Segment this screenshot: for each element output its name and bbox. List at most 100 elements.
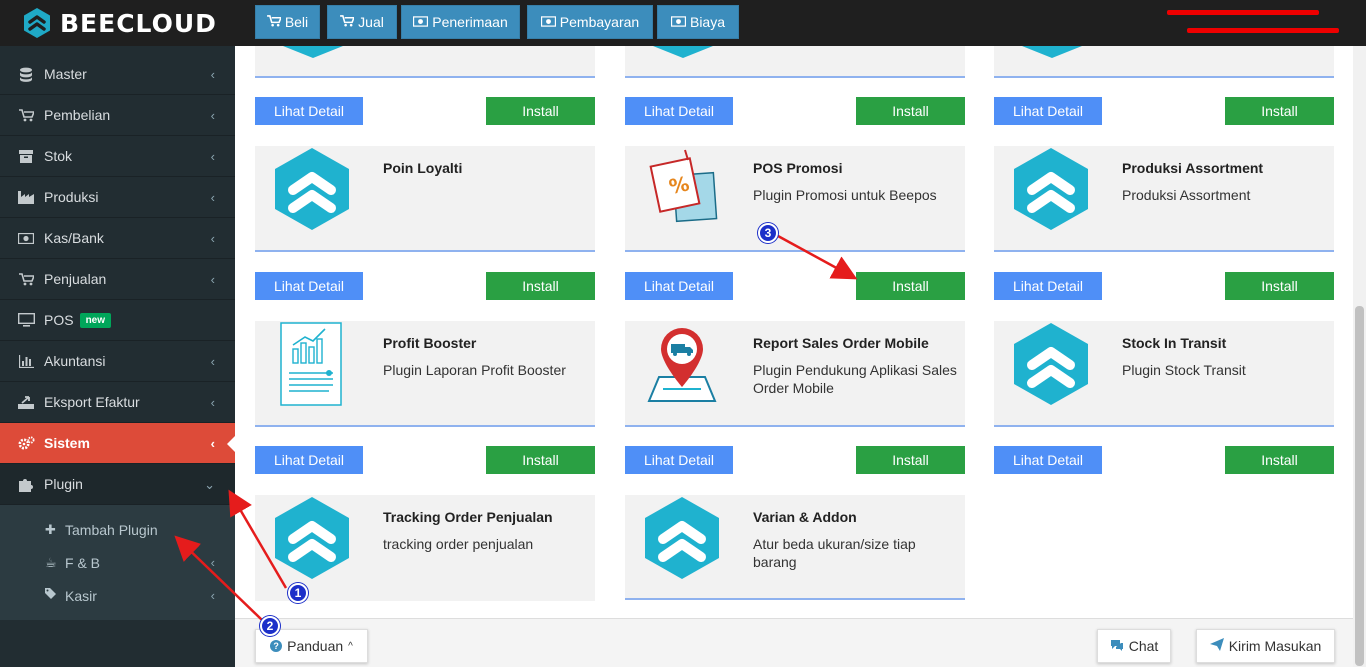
lihat-detail-button[interactable]: Lihat Detail <box>994 446 1102 474</box>
chevron-up-icon: ^ <box>348 640 353 652</box>
pembayaran-label: Pembayaran <box>559 14 640 30</box>
plus-icon: ✚ <box>45 521 56 537</box>
map-pin-truck-icon <box>647 328 717 402</box>
sidebar-item-label: Stok <box>44 148 73 164</box>
sidebar-item-pembelian[interactable]: Pembelian ‹ <box>0 95 235 136</box>
plugin-card-profit-booster: Profit Booster Plugin Laporan Profit Boo… <box>255 321 595 475</box>
database-icon <box>17 67 35 82</box>
beecloud-logo-icon <box>1014 323 1088 405</box>
brand-name: BEECLOUD <box>60 8 217 38</box>
beecloud-logo-icon <box>283 46 343 58</box>
card-body: Report Sales Order Mobile Plugin Penduku… <box>625 321 965 427</box>
sidebar-item-plugin[interactable]: Plugin ⌄ <box>0 464 235 505</box>
chevron-left-icon: ‹ <box>210 231 215 246</box>
kirim-masukan-button[interactable]: Kirim Masukan <box>1196 629 1335 663</box>
plugin-title: Tracking Order Penjualan <box>383 509 553 525</box>
lihat-detail-button[interactable]: Lihat Detail <box>625 97 733 125</box>
plugin-description: Plugin Pendukung Aplikasi Sales Order Mo… <box>753 362 957 396</box>
chat-button[interactable]: Chat <box>1097 629 1171 663</box>
install-button[interactable]: Install <box>856 272 965 300</box>
plugin-card: Lihat Detail Install <box>625 46 965 126</box>
chat-icon <box>1110 638 1124 654</box>
submenu-item-label: F & B <box>65 554 101 571</box>
beli-label: Beli <box>284 14 309 30</box>
annotation-marker-3: 3 <box>758 223 778 243</box>
jual-button[interactable]: Jual <box>327 5 397 39</box>
sidebar-item-akuntansi[interactable]: Akuntansi ‹ <box>0 341 235 382</box>
sidebar-item-master[interactable]: Master ‹ <box>0 54 235 95</box>
install-button[interactable]: Install <box>856 446 965 474</box>
card-body: Varian & Addon Atur beda ukuran/size tia… <box>625 495 965 600</box>
penerimaan-button[interactable]: Penerimaan <box>401 5 520 39</box>
submenu-item-tambah-plugin[interactable]: ✚ Tambah Plugin <box>0 513 235 546</box>
plugin-description: Plugin Stock Transit <box>1122 362 1246 378</box>
chevron-left-icon: ‹ <box>210 67 215 82</box>
biaya-button[interactable]: Biaya <box>657 5 739 39</box>
beli-button[interactable]: Beli <box>255 5 320 39</box>
install-button[interactable]: Install <box>1225 272 1334 300</box>
chevron-left-icon: ‹ <box>210 395 215 410</box>
page-scrollbar[interactable] <box>1353 46 1366 667</box>
lihat-detail-button[interactable]: Lihat Detail <box>255 97 363 125</box>
sidebar-item-produksi[interactable]: Produksi ‹ <box>0 177 235 218</box>
annotation-marker-1: 1 <box>288 583 308 603</box>
beecloud-logo-icon <box>1022 46 1082 58</box>
install-button[interactable]: Install <box>1225 446 1334 474</box>
sidebar-menu: Master ‹ Pembelian ‹ Stok ‹ Produksi ‹ K… <box>0 54 236 620</box>
brand-logo[interactable]: BEECLOUD <box>0 0 235 46</box>
lihat-detail-button[interactable]: Lihat Detail <box>994 97 1102 125</box>
card-body: % POS Promosi Plugin Promosi untuk Beepo… <box>625 146 965 252</box>
panduan-label: Panduan <box>287 638 344 654</box>
sidebar-item-kasbank[interactable]: Kas/Bank ‹ <box>0 218 235 259</box>
sidebar-item-penjualan[interactable]: Penjualan ‹ <box>0 259 235 300</box>
plugin-card-poin-loyalti: Poin Loyalti Lihat Detail Install <box>255 146 595 300</box>
sidebar-item-label: Akuntansi <box>44 353 106 369</box>
plugin-list: Lihat Detail Install Lihat Detail Instal… <box>235 46 1353 618</box>
submenu-item-fnb[interactable]: ☕ F & B ‹ <box>0 546 235 579</box>
beecloud-logo-icon <box>1014 148 1088 230</box>
beecloud-logo-icon <box>645 497 719 579</box>
install-button[interactable]: Install <box>856 97 965 125</box>
install-button[interactable]: Install <box>486 272 595 300</box>
sidebar: BEECLOUD Master ‹ Pembelian ‹ Stok ‹ Pro… <box>0 0 236 667</box>
sidebar-item-eksport-efaktur[interactable]: Eksport Efaktur ‹ <box>0 382 235 423</box>
card-body: Produksi Assortment Produksi Assortment <box>994 146 1334 252</box>
sidebar-item-stok[interactable]: Stok ‹ <box>0 136 235 177</box>
plugin-title: Stock In Transit <box>1122 335 1227 351</box>
lihat-detail-button[interactable]: Lihat Detail <box>625 446 733 474</box>
lihat-detail-button[interactable]: Lihat Detail <box>255 446 363 474</box>
bottom-bar: ? Panduan ^ Chat Kirim Masukan <box>235 618 1353 667</box>
sidebar-item-pos[interactable]: POS new <box>0 300 235 341</box>
plugin-title: Poin Loyalti <box>383 160 463 176</box>
lihat-detail-button[interactable]: Lihat Detail <box>255 272 363 300</box>
top-navbar: Beli Jual Penerimaan Pembayaran Biaya <box>235 0 1366 46</box>
sidebar-item-label: Sistem <box>44 435 90 451</box>
plugin-description: Plugin Laporan Profit Booster <box>383 362 566 378</box>
plugin-card-tracking-order-penjualan: Tracking Order Penjualan tracking order … <box>255 495 595 618</box>
sidebar-item-sistem[interactable]: Sistem ‹ <box>0 423 236 464</box>
install-button[interactable]: Install <box>486 97 595 125</box>
lihat-detail-button[interactable]: Lihat Detail <box>625 272 733 300</box>
bar-chart-icon <box>17 354 35 368</box>
plugin-card: Lihat Detail Install <box>255 46 595 126</box>
cart-icon <box>17 272 35 286</box>
scrollbar-thumb[interactable] <box>1355 306 1364 666</box>
cart-icon <box>340 14 356 30</box>
plugin-card: Lihat Detail Install <box>994 46 1334 126</box>
submenu-item-kasir[interactable]: Kasir ‹ <box>0 579 235 612</box>
card-body: Profit Booster Plugin Laporan Profit Boo… <box>255 321 595 427</box>
chat-label: Chat <box>1128 638 1159 654</box>
chevron-left-icon: ‹ <box>210 272 215 287</box>
penerimaan-label: Penerimaan <box>432 14 508 30</box>
plugin-card-varian-addon: Varian & Addon Atur beda ukuran/size tia… <box>625 495 965 618</box>
box-icon <box>17 149 35 163</box>
pembayaran-button[interactable]: Pembayaran <box>527 5 653 39</box>
install-button[interactable]: Install <box>1225 97 1334 125</box>
monitor-icon <box>17 313 35 327</box>
install-button[interactable]: Install <box>486 446 595 474</box>
jual-label: Jual <box>358 14 384 30</box>
lihat-detail-button[interactable]: Lihat Detail <box>994 272 1102 300</box>
plugin-submenu: ✚ Tambah Plugin ☕ F & B ‹ Kasir ‹ <box>0 505 235 620</box>
chevron-left-icon: ‹ <box>210 436 215 451</box>
user-menu[interactable] <box>1165 4 1345 40</box>
